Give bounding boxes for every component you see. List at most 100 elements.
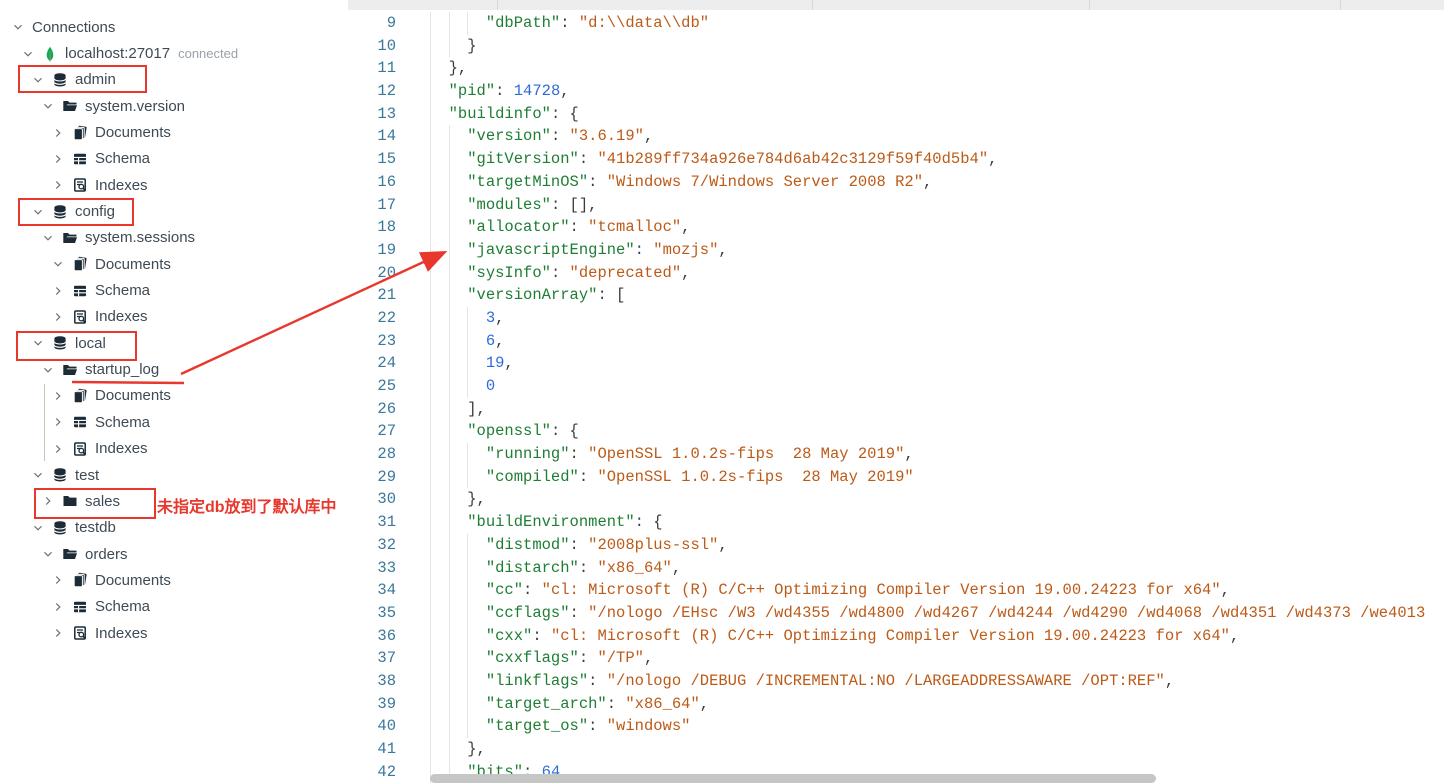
chevron-down-icon[interactable] xyxy=(30,335,46,351)
folder-open-icon xyxy=(62,546,78,562)
mongodb-explorer-window: Connections localhost:27017connected admin… xyxy=(0,0,1444,784)
code-line: 19 "javascriptEngine": "mozjs", xyxy=(348,239,1444,262)
connections-tree: Connections localhost:27017connected admin… xyxy=(0,14,348,646)
editor-tab[interactable] xyxy=(1090,0,1341,10)
tree-item-connections[interactable]: Connections xyxy=(0,14,348,40)
code-line: 10 } xyxy=(348,35,1444,58)
tree-item-label: Schema xyxy=(95,414,150,431)
schema-icon xyxy=(72,283,88,299)
chevron-down-icon[interactable] xyxy=(50,256,66,272)
code-line: 22 3, xyxy=(348,307,1444,330)
code-line-content: "version": "3.6.19", xyxy=(430,125,1444,148)
tree-item-documents[interactable]: Documents xyxy=(0,119,348,145)
code-line: 34 "cc": "cl: Microsoft (R) C/C++ Optimi… xyxy=(348,579,1444,602)
tree-item-indexes[interactable]: Indexes xyxy=(0,172,348,198)
tree-item-orders[interactable]: orders xyxy=(0,541,348,567)
code-line-content: "pid": 14728, xyxy=(430,80,1444,103)
chevron-right-icon[interactable] xyxy=(50,625,66,641)
tree-item-config[interactable]: config xyxy=(0,198,348,224)
tree-item-label: Documents xyxy=(95,387,171,404)
tree-item-testdb[interactable]: testdb xyxy=(0,515,348,541)
tree-item-schema[interactable]: Schema xyxy=(0,146,348,172)
code-line-content: "dbPath": "d:\\data\\db" xyxy=(430,12,1444,35)
chevron-right-icon[interactable] xyxy=(50,388,66,404)
chevron-right-icon[interactable] xyxy=(40,493,56,509)
code-line: 30 }, xyxy=(348,488,1444,511)
code-line-content: }, xyxy=(430,488,1444,511)
tree-item-label: Connections xyxy=(32,19,115,36)
tree-item-documents[interactable]: Documents xyxy=(0,383,348,409)
editor-tab[interactable] xyxy=(348,0,498,10)
code-line: 12 "pid": 14728, xyxy=(348,80,1444,103)
chevron-down-icon[interactable] xyxy=(30,467,46,483)
line-number: 41 xyxy=(348,738,396,761)
code-line-content: }, xyxy=(430,57,1444,80)
code-line-content: ], xyxy=(430,398,1444,421)
code-line-content: 3, xyxy=(430,307,1444,330)
tree-item-indexes[interactable]: Indexes xyxy=(0,436,348,462)
editor-tab[interactable] xyxy=(1341,0,1444,10)
tree-item-localhost-27017[interactable]: localhost:27017connected xyxy=(0,40,348,66)
code-line-content: "cc": "cl: Microsoft (R) C/C++ Optimizin… xyxy=(430,579,1444,602)
tree-item-label: system.sessions xyxy=(85,229,195,246)
chevron-right-icon[interactable] xyxy=(50,177,66,193)
tree-item-system-version[interactable]: system.version xyxy=(0,93,348,119)
chevron-down-icon[interactable] xyxy=(40,362,56,378)
tree-item-label: testdb xyxy=(75,519,116,536)
line-number: 42 xyxy=(348,761,396,784)
tree-item-admin[interactable]: admin xyxy=(0,67,348,93)
code-line: 33 "distarch": "x86_64", xyxy=(348,557,1444,580)
chevron-right-icon[interactable] xyxy=(50,309,66,325)
tree-item-startup-log[interactable]: startup_log xyxy=(0,356,348,382)
tree-item-indexes[interactable]: Indexes xyxy=(0,620,348,646)
line-number: 25 xyxy=(348,375,396,398)
schema-icon xyxy=(72,414,88,430)
chevron-down-icon[interactable] xyxy=(20,46,36,62)
tree-item-documents[interactable]: Documents xyxy=(0,251,348,277)
line-number: 32 xyxy=(348,534,396,557)
chevron-right-icon[interactable] xyxy=(50,283,66,299)
tree-item-indexes[interactable]: Indexes xyxy=(0,304,348,330)
tree-item-documents[interactable]: Documents xyxy=(0,567,348,593)
indexes-icon xyxy=(72,309,88,325)
chevron-right-icon[interactable] xyxy=(50,441,66,457)
code-line: 26 ], xyxy=(348,398,1444,421)
indexes-icon xyxy=(72,177,88,193)
chevron-down-icon[interactable] xyxy=(30,204,46,220)
tree-item-schema[interactable]: Schema xyxy=(0,277,348,303)
editor-tab[interactable] xyxy=(498,0,813,10)
code-line-content: "sysInfo": "deprecated", xyxy=(430,262,1444,285)
chevron-down-icon[interactable] xyxy=(40,98,56,114)
tree-item-sales[interactable]: sales xyxy=(0,488,348,514)
chevron-right-icon[interactable] xyxy=(50,572,66,588)
code-line-content: "linkflags": "/nologo /DEBUG /INCREMENTA… xyxy=(430,670,1444,693)
chevron-down-icon[interactable] xyxy=(30,72,46,88)
chevron-right-icon[interactable] xyxy=(50,125,66,141)
tree-item-test[interactable]: test xyxy=(0,462,348,488)
editor-tab[interactable] xyxy=(813,0,1090,10)
line-number: 20 xyxy=(348,262,396,285)
chevron-down-icon[interactable] xyxy=(30,520,46,536)
horizontal-scrollbar[interactable] xyxy=(430,774,1156,783)
chevron-down-icon[interactable] xyxy=(10,19,26,35)
code-line-content: "gitVersion": "41b289ff734a926e784d6ab42… xyxy=(430,148,1444,171)
tree-item-schema[interactable]: Schema xyxy=(0,594,348,620)
tree-item-local[interactable]: local xyxy=(0,330,348,356)
chevron-right-icon[interactable] xyxy=(50,414,66,430)
chevron-down-icon[interactable] xyxy=(40,230,56,246)
line-number: 27 xyxy=(348,420,396,443)
tree-item-label: localhost:27017 xyxy=(65,45,170,62)
tree-item-system-sessions[interactable]: system.sessions xyxy=(0,225,348,251)
documents-icon xyxy=(72,388,88,404)
chevron-down-icon[interactable] xyxy=(40,546,56,562)
schema-icon xyxy=(72,151,88,167)
tree-item-label: admin xyxy=(75,71,116,88)
code-line-content: "ccflags": "/nologo /EHsc /W3 /wd4355 /w… xyxy=(430,602,1444,625)
code-line: 25 0 xyxy=(348,375,1444,398)
code-line-content: "allocator": "tcmalloc", xyxy=(430,216,1444,239)
chevron-right-icon[interactable] xyxy=(50,599,66,615)
tree-item-schema[interactable]: Schema xyxy=(0,409,348,435)
code-line: 37 "cxxflags": "/TP", xyxy=(348,647,1444,670)
chevron-right-icon[interactable] xyxy=(50,151,66,167)
tree-item-label: sales xyxy=(85,493,120,510)
